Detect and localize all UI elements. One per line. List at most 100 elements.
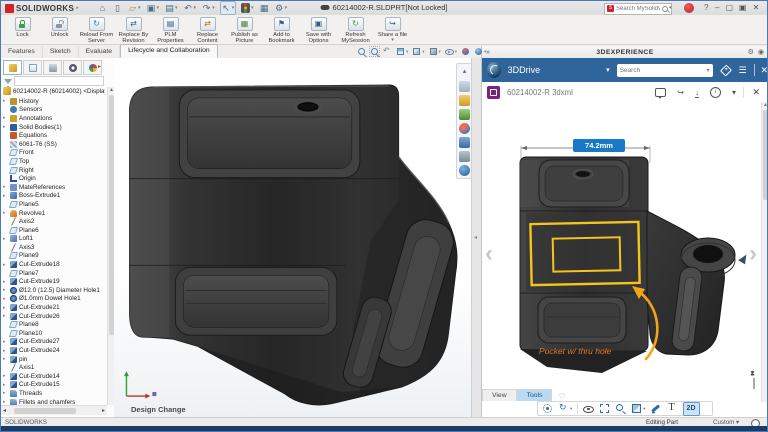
expander-icon[interactable] (3, 279, 10, 285)
tree-item[interactable]: Threads (1, 389, 106, 398)
filter-funnel-icon[interactable] (4, 78, 12, 90)
dropdown-caret-icon[interactable] (194, 5, 197, 11)
tree-item[interactable]: Fillets and chamfers (1, 398, 106, 405)
tree-item[interactable]: Cut-Extrude21 (1, 303, 106, 312)
tree-item[interactable]: Cut-Extrude26 (1, 312, 106, 321)
command-tab[interactable]: Features (1, 46, 43, 58)
filter-input[interactable] (14, 76, 104, 86)
quick-access-button[interactable] (97, 2, 108, 14)
tree-item[interactable]: Plane7 (1, 269, 106, 278)
expander-icon[interactable] (3, 373, 10, 379)
tree-item[interactable]: pin (1, 355, 106, 364)
chevron-down-icon[interactable] (732, 88, 736, 97)
tree-item[interactable]: Origin (1, 174, 106, 183)
help-button[interactable]: ? (704, 3, 708, 12)
viewer-tool-button[interactable] (615, 403, 626, 414)
panel-search-input[interactable] (619, 66, 705, 74)
tree-item[interactable]: Front (1, 149, 106, 158)
quick-access-button[interactable] (259, 2, 270, 14)
tree-item[interactable]: Ø1.0mm Dowel Hole1 (1, 295, 106, 304)
scroll-right-icon[interactable]: ▸ (102, 407, 105, 414)
viewer-tool-button[interactable] (558, 402, 572, 414)
splitter-collapse-icon[interactable]: ◂ (474, 234, 477, 241)
tree-item[interactable]: Top (1, 157, 106, 166)
viewer-tool-button[interactable] (631, 403, 645, 414)
panel-close-icon[interactable]: ✕ (760, 65, 767, 76)
tree-item[interactable]: Plane6 (1, 226, 106, 235)
expander-icon[interactable] (3, 184, 10, 190)
dropdown-caret-icon[interactable] (391, 39, 394, 43)
app-selector-caret-icon[interactable]: ▾ (606, 66, 610, 74)
heads-up-button[interactable] (429, 47, 441, 56)
quick-access-button[interactable] (164, 2, 179, 14)
heads-up-button[interactable] (396, 47, 408, 56)
tree-item[interactable]: Plane8 (1, 320, 106, 329)
quick-access-button[interactable] (183, 2, 198, 14)
units-selector[interactable]: Custom ▾ (713, 419, 739, 426)
expander-icon[interactable] (3, 124, 10, 130)
minimize-icon[interactable] (715, 2, 719, 14)
dropdown-caret-icon[interactable] (570, 406, 572, 412)
quick-access-button[interactable] (201, 2, 216, 14)
quick-access-button[interactable] (127, 2, 142, 14)
viewer-tab[interactable]: Tools (516, 389, 553, 401)
viewer-tool-button[interactable]: 2D (682, 401, 700, 416)
heads-up-button[interactable] (461, 47, 470, 56)
viewer-tool-button[interactable] (599, 403, 610, 414)
quick-access-button[interactable] (274, 2, 289, 14)
tree-root-item[interactable]: 60214002-R (60214002) <Display St (3, 87, 105, 95)
user-avatar[interactable] (684, 3, 694, 13)
side-toolbar-button[interactable] (459, 136, 471, 148)
dropdown-caret-icon[interactable] (422, 49, 424, 55)
3dcompass-icon[interactable] (487, 62, 501, 78)
expander-icon[interactable] (3, 390, 10, 396)
tree-item[interactable]: Annotations (1, 114, 106, 123)
menu-icon[interactable]: ☰ (739, 65, 747, 76)
dropdown-caret-icon[interactable] (212, 5, 215, 11)
expander-icon[interactable] (3, 382, 10, 388)
next-slide-icon[interactable]: › (749, 240, 757, 268)
expander-icon[interactable] (3, 262, 10, 268)
dropdown-caret-icon[interactable] (439, 49, 441, 55)
tree-item[interactable]: 6061-T6 (SS) (1, 140, 106, 149)
windows-icon[interactable] (739, 2, 747, 14)
info-icon[interactable] (709, 86, 721, 98)
tree-item[interactable]: Boss-Extrude1 (1, 192, 106, 201)
quick-access-button[interactable] (146, 2, 161, 14)
command-tab[interactable]: Evaluate (79, 46, 121, 58)
expander-icon[interactable] (3, 210, 10, 216)
expander-icon[interactable] (3, 339, 10, 345)
side-toolbar-button[interactable] (459, 108, 471, 120)
dropdown-caret-icon[interactable] (455, 49, 457, 55)
tree-item[interactable]: Axis3 (1, 243, 106, 252)
dropdown-caret-icon[interactable] (138, 5, 141, 11)
heads-up-button[interactable] (369, 46, 380, 57)
heads-up-button[interactable] (383, 46, 392, 56)
viewer-tool-button[interactable] (542, 403, 553, 414)
app-selector[interactable]: 3DDrive (508, 65, 541, 75)
side-toolbar-button[interactable] (459, 66, 471, 78)
tree-item[interactable]: Cut-Extrude18 (1, 260, 106, 269)
heads-up-button[interactable] (357, 47, 366, 56)
tree-item[interactable]: Sensors (1, 106, 106, 115)
tree-item[interactable]: MateReferences (1, 183, 106, 192)
share-arrow-icon[interactable] (677, 88, 684, 97)
panel-search[interactable]: ▾ (616, 63, 713, 77)
command-tab[interactable]: Lifecycle and Collaboration (120, 44, 218, 58)
search-caret-icon[interactable]: ▾ (669, 5, 672, 11)
heads-up-button[interactable] (412, 47, 424, 56)
panel-scrollbar[interactable]: ▲ (761, 102, 767, 402)
side-toolbar-button[interactable] (459, 94, 471, 106)
tree-horizontal-scrollbar[interactable]: ◂ ▸ (1, 405, 107, 415)
close-icon[interactable] (753, 2, 760, 14)
panel-tab[interactable] (43, 60, 62, 75)
tree-item[interactable]: Axis2 (1, 217, 106, 226)
tree-item[interactable]: Plane9 (1, 252, 106, 261)
download-icon[interactable] (695, 88, 699, 97)
logo-caret-icon[interactable]: ▸ (76, 5, 79, 11)
viewer-tool-button[interactable] (667, 402, 678, 414)
restore-icon[interactable] (725, 2, 733, 14)
dropdown-caret-icon[interactable] (406, 49, 408, 55)
document-close-icon[interactable]: ✕ (743, 86, 760, 98)
tree-item[interactable]: Plane10 (1, 329, 106, 338)
